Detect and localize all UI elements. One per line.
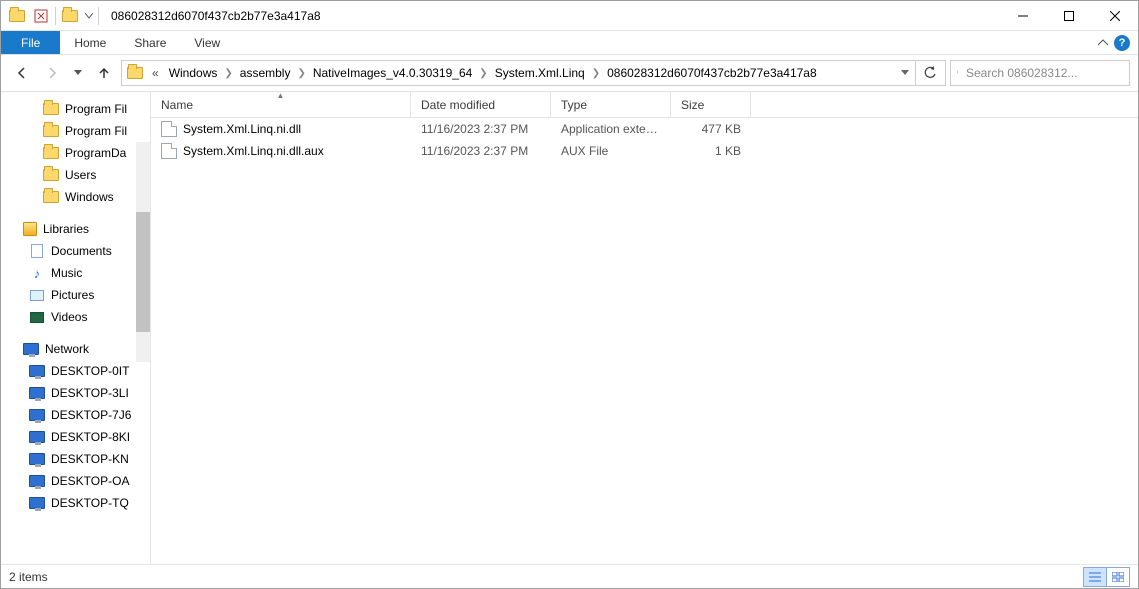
tree-label: Program Fil <box>65 124 127 138</box>
file-name: System.Xml.Linq.ni.dll.aux <box>183 144 324 158</box>
tree-library-item[interactable]: ♪Music <box>1 262 150 284</box>
search-box[interactable] <box>950 60 1130 86</box>
view-large-icons-button[interactable] <box>1106 567 1130 587</box>
file-icon <box>161 121 177 137</box>
tree-label: Windows <box>65 190 114 204</box>
column-size[interactable]: Size <box>671 92 751 117</box>
breadcrumb-item[interactable]: System.Xml.Linq <box>491 66 589 80</box>
tree-network-item[interactable]: DESKTOP-3LI <box>1 382 150 404</box>
file-row[interactable]: System.Xml.Linq.ni.dll 11/16/2023 2:37 P… <box>151 118 1138 140</box>
tab-view[interactable]: View <box>180 31 234 54</box>
address-folder-icon <box>124 62 146 84</box>
tab-file[interactable]: File <box>1 31 60 54</box>
file-type: Application exten... <box>551 122 671 136</box>
tree-label: Program Fil <box>65 102 127 116</box>
tree-network-item[interactable]: DESKTOP-0IT <box>1 360 150 382</box>
tab-share[interactable]: Share <box>120 31 180 54</box>
qat-properties-icon[interactable] <box>29 5 53 27</box>
tree-label: DESKTOP-KN <box>51 452 129 466</box>
tree-label: DESKTOP-TQ <box>51 496 129 510</box>
tree-scrollbar-thumb[interactable] <box>136 212 150 332</box>
tree-library-item[interactable]: Pictures <box>1 284 150 306</box>
status-text: 2 items <box>9 570 48 584</box>
file-date: 11/16/2023 2:37 PM <box>411 122 551 136</box>
tree-label: DESKTOP-0IT <box>51 364 129 378</box>
file-date: 11/16/2023 2:37 PM <box>411 144 551 158</box>
file-icon <box>161 143 177 159</box>
tree-label: Libraries <box>43 222 89 236</box>
ribbon-expand-icon[interactable] <box>1098 39 1108 47</box>
breadcrumb-item[interactable]: 086028312d6070f437cb2b77e3a417a8 <box>603 66 821 80</box>
tree-label: DESKTOP-3LI <box>51 386 129 400</box>
tree-folder[interactable]: Program Fil <box>1 120 150 142</box>
search-input[interactable] <box>964 65 1123 81</box>
tree-network-item[interactable]: DESKTOP-KN <box>1 448 150 470</box>
file-size: 1 KB <box>671 144 751 158</box>
tree-network-item[interactable]: DESKTOP-7J6 <box>1 404 150 426</box>
tree-label: ProgramDa <box>65 146 126 160</box>
chevron-right-icon[interactable]: ❯ <box>589 68 603 79</box>
tree-folder[interactable]: Users <box>1 164 150 186</box>
window-title: 086028312d6070f437cb2b77e3a417a8 <box>111 9 321 23</box>
breadcrumb-item[interactable]: NativeImages_v4.0.30319_64 <box>309 66 476 80</box>
column-date[interactable]: Date modified <box>411 92 551 117</box>
qat-dropdown-icon[interactable] <box>82 5 96 27</box>
column-name[interactable]: ▲Name <box>151 92 411 117</box>
search-icon <box>957 67 958 80</box>
tree-label: Music <box>51 266 82 280</box>
file-row[interactable]: System.Xml.Linq.ni.dll.aux 11/16/2023 2:… <box>151 140 1138 162</box>
address-history-dropdown[interactable] <box>893 61 915 85</box>
chevron-right-icon[interactable]: ❯ <box>221 68 235 79</box>
qat-folder-icon[interactable] <box>5 5 29 27</box>
tree-label: DESKTOP-OA <box>51 474 129 488</box>
status-bar: 2 items <box>1 564 1138 588</box>
breadcrumb-overflow[interactable]: « <box>146 66 165 80</box>
tree-folder[interactable]: ProgramDa <box>1 142 150 164</box>
recent-locations-button[interactable] <box>69 60 87 86</box>
up-button[interactable] <box>91 60 117 86</box>
tree-folder[interactable]: Windows <box>1 186 150 208</box>
tree-library-item[interactable]: Documents <box>1 240 150 262</box>
nav-tree[interactable]: Program Fil Program Fil ProgramDa Users … <box>1 92 151 564</box>
tree-libraries[interactable]: Libraries <box>1 218 150 240</box>
tree-label: DESKTOP-8KI <box>51 430 130 444</box>
tree-folder[interactable]: Program Fil <box>1 98 150 120</box>
file-type: AUX File <box>551 144 671 158</box>
qat-open-folder-icon[interactable] <box>58 5 82 27</box>
nav-row: « Windows❯ assembly❯ NativeImages_v4.0.3… <box>1 55 1138 91</box>
tree-network-item[interactable]: DESKTOP-OA <box>1 470 150 492</box>
ribbon: File Home Share View ? <box>1 31 1138 55</box>
refresh-button[interactable] <box>915 61 943 85</box>
column-type[interactable]: Type <box>551 92 671 117</box>
tree-label: Network <box>45 342 89 356</box>
tab-home[interactable]: Home <box>60 31 120 54</box>
tree-label: Pictures <box>51 288 94 302</box>
file-name: System.Xml.Linq.ni.dll <box>183 122 301 136</box>
tree-label: DESKTOP-7J6 <box>51 408 131 422</box>
tree-network-item[interactable]: DESKTOP-8KI <box>1 426 150 448</box>
tree-label: Videos <box>51 310 87 324</box>
chevron-right-icon[interactable]: ❯ <box>294 68 308 79</box>
tree-label: Documents <box>51 244 112 258</box>
column-headers: ▲Name Date modified Type Size <box>151 92 1138 118</box>
address-bar[interactable]: « Windows❯ assembly❯ NativeImages_v4.0.3… <box>121 60 946 86</box>
titlebar: 086028312d6070f437cb2b77e3a417a8 <box>1 1 1138 31</box>
view-details-button[interactable] <box>1083 567 1107 587</box>
file-list[interactable]: System.Xml.Linq.ni.dll 11/16/2023 2:37 P… <box>151 118 1138 564</box>
tree-label: Users <box>65 168 96 182</box>
tree-network-item[interactable]: DESKTOP-TQ <box>1 492 150 514</box>
help-icon[interactable]: ? <box>1114 35 1130 51</box>
tree-network[interactable]: Network <box>1 338 150 360</box>
breadcrumb-item[interactable]: Windows <box>165 66 222 80</box>
file-size: 477 KB <box>671 122 751 136</box>
forward-button[interactable] <box>39 60 65 86</box>
close-button[interactable] <box>1092 1 1138 31</box>
minimize-button[interactable] <box>1000 1 1046 31</box>
tree-library-item[interactable]: Videos <box>1 306 150 328</box>
chevron-right-icon[interactable]: ❯ <box>476 68 490 79</box>
back-button[interactable] <box>9 60 35 86</box>
sort-asc-icon: ▲ <box>277 91 285 100</box>
breadcrumb-item[interactable]: assembly <box>236 66 295 80</box>
maximize-button[interactable] <box>1046 1 1092 31</box>
